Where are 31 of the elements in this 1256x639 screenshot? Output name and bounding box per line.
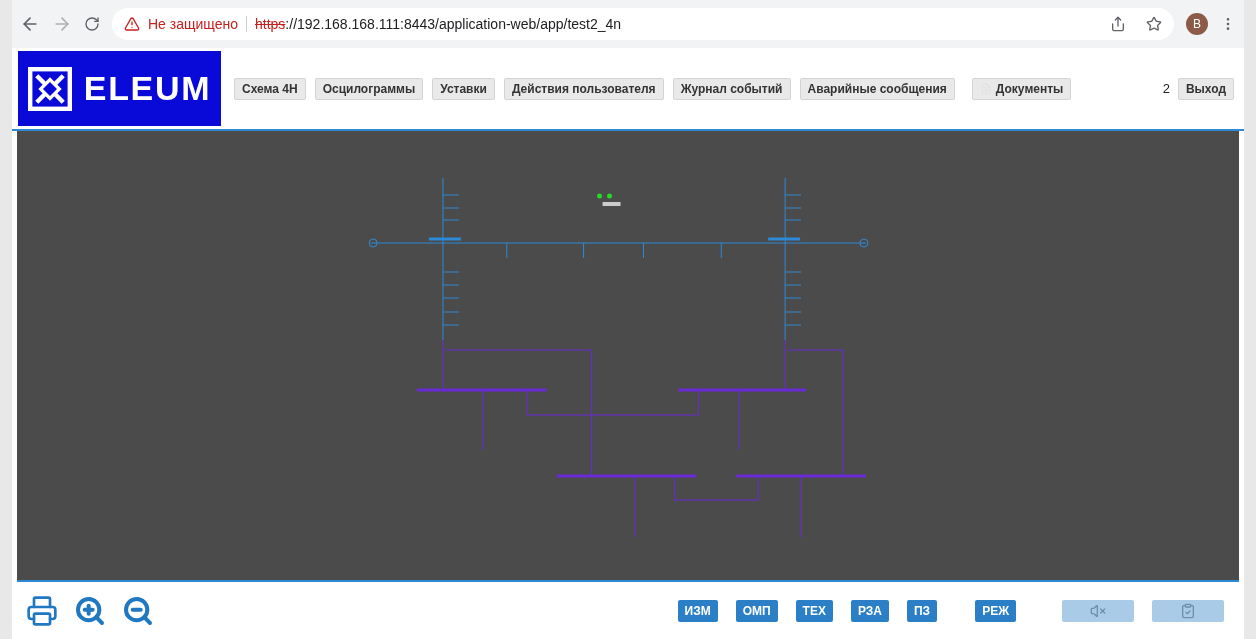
exit-button[interactable]: Выход xyxy=(1177,77,1234,100)
nav-button[interactable]: Аварийные сообщения xyxy=(799,77,955,100)
user-count: 2 xyxy=(1162,79,1170,98)
print-icon[interactable] xyxy=(26,594,58,627)
nav-button[interactable]: Схема 4Н xyxy=(234,77,306,100)
mode-button[interactable]: ИЗМ xyxy=(677,599,718,622)
security-label: Не защищено xyxy=(148,14,238,34)
profile-avatar[interactable]: B xyxy=(1186,13,1208,35)
reload-icon[interactable] xyxy=(84,16,100,32)
address-bar[interactable]: Не защищено https://192.168.168.111:8443/application-web/app/test2_4n xyxy=(112,8,1174,40)
mode-button[interactable]: ТЕХ xyxy=(795,599,833,622)
nav-button[interactable]: Действия пользователя xyxy=(503,77,664,100)
nav-button[interactable]: Осцилограммы xyxy=(314,77,424,100)
warning-icon xyxy=(124,16,140,32)
share-icon[interactable] xyxy=(1110,16,1126,32)
zoom-out-icon[interactable] xyxy=(122,594,154,627)
zoom-in-icon[interactable] xyxy=(74,594,106,627)
mode-button[interactable]: РЕЖ xyxy=(975,599,1016,622)
bookmark-icon[interactable] xyxy=(1146,16,1162,32)
logo-icon xyxy=(27,66,72,111)
nav-button[interactable]: Журнал событий xyxy=(672,77,791,100)
mode-button[interactable]: РЗА xyxy=(850,599,889,622)
clipboard-icon xyxy=(1180,602,1196,619)
logo-text: ELEUM xyxy=(83,68,212,109)
mode-button[interactable]: ОМП xyxy=(735,599,778,622)
url-text: https://192.168.168.111:8443/application-web/app/test2_4n xyxy=(255,14,622,34)
nav-button[interactable]: Уставки xyxy=(432,77,495,100)
nav-button[interactable]: Документы xyxy=(971,77,1072,100)
mute-icon xyxy=(1090,602,1106,619)
mode-button[interactable]: ПЗ xyxy=(907,599,938,622)
logo[interactable]: ELEUM xyxy=(18,51,221,126)
